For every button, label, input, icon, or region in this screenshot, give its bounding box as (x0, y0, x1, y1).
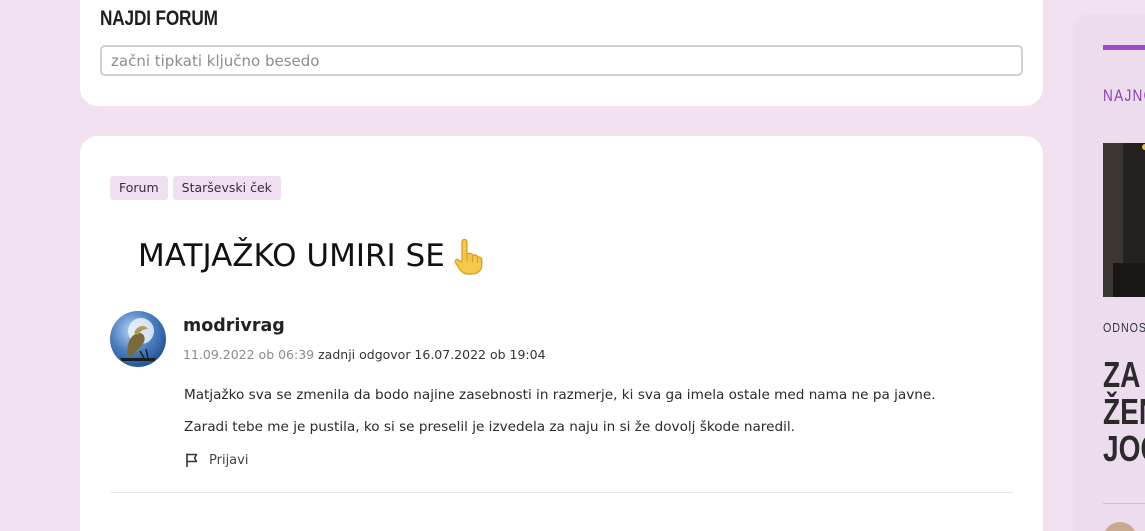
sidebar-accent-bar (1103, 45, 1145, 50)
sidebar-headline[interactable]: ZA T ŽEN JOČ (1103, 356, 1145, 467)
last-reply: zadnji odgovor 16.07.2022 ob 19:04 (318, 347, 546, 362)
posted-date: 11.09.2022 ob 06:39 (183, 347, 315, 362)
breadcrumb-tags: Forum Starševski ček (110, 176, 281, 200)
post-paragraph: Matjažko sva se zmenila da bodo najine z… (184, 387, 936, 403)
report-label: Prijavi (209, 452, 249, 468)
sidebar-category[interactable]: ODNOS (1103, 320, 1145, 335)
report-button[interactable]: Prijavi (184, 452, 248, 468)
sidebar: NAJNO ODNOS ZA T ŽEN JOČ (1073, 14, 1145, 531)
tag-starsevski-cvek[interactable]: Starševski ček (172, 176, 281, 200)
divider (110, 492, 1013, 493)
avatar[interactable] (110, 311, 166, 367)
search-input[interactable] (100, 45, 1023, 76)
sidebar-divider (1103, 503, 1145, 504)
tag-forum[interactable]: Forum (110, 176, 168, 200)
post-title: MATJAŽKO UMIRI SE (138, 237, 485, 275)
post-title-text: MATJAŽKO UMIRI SE (138, 238, 445, 274)
sidebar-thumbnail[interactable] (1103, 522, 1137, 531)
author-name[interactable]: modrivrag (183, 316, 285, 336)
post-paragraph: Zaradi tebe me je pustila, ko si se pres… (184, 419, 795, 435)
page: NAJDI FORUM Forum Starševski ček MATJAŽK… (0, 0, 1145, 531)
search-title: NAJDI FORUM (100, 7, 218, 30)
post-meta: 11.09.2022 ob 06:39 zadnji odgovor 16.07… (183, 347, 546, 362)
pointing-up-hand-icon (451, 237, 485, 275)
search-card: NAJDI FORUM (80, 0, 1043, 106)
flag-icon (184, 452, 200, 468)
sidebar-article-image[interactable] (1103, 143, 1145, 297)
sidebar-heading: NAJNO (1103, 86, 1145, 105)
post-card: Forum Starševski ček MATJAŽKO UMIRI SE m… (80, 136, 1043, 531)
